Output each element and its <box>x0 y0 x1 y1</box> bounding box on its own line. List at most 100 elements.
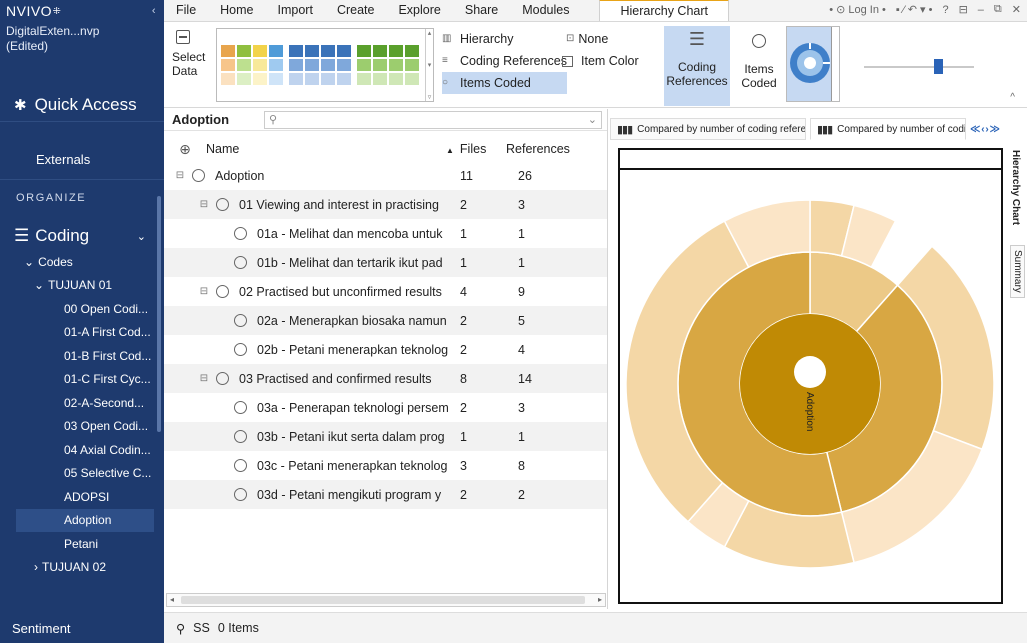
horizontal-scrollbar[interactable]: ◂ ▸ <box>166 593 606 607</box>
navigation-sidebar: NVIVO ⁜ ‹ DigitalExten...nvp (Edited) ✱ Q… <box>0 0 164 643</box>
chart-gallery-scroll[interactable] <box>831 27 839 101</box>
sidebar-item-adoption[interactable]: Adoption <box>16 508 154 532</box>
sidebar-item-02-a-second-[interactable]: 02-A-Second... <box>0 391 164 415</box>
sidebar-item-01-a-first-cod-[interactable]: 01-A First Cod... <box>0 321 164 345</box>
sidebar-item-03-open-codi-[interactable]: 03 Open Codi... <box>0 415 164 439</box>
coding-references-button[interactable]: ☰ Coding References <box>664 26 730 106</box>
table-row[interactable]: 03a - Penerapan teknologi persem 2 3 <box>164 393 607 422</box>
dropdown-chevron-icon[interactable]: ⌄ <box>588 113 597 126</box>
sidebar-item-05-selective-c-[interactable]: 05 Selective C... <box>0 462 164 486</box>
quick-access[interactable]: ✱ Quick Access <box>0 88 164 122</box>
tab-create[interactable]: Create <box>325 0 387 21</box>
color-scheme-gallery[interactable]: ▴ ▾ ▿ <box>216 28 434 102</box>
collapse-sidebar-icon[interactable]: ‹ <box>152 5 156 17</box>
search-icon: ⚲ <box>269 114 278 126</box>
project-file-name: DigitalExten...nvp <box>6 24 100 38</box>
sidebar-item-label: 04 Axial Codin... <box>64 442 151 457</box>
collapse-ribbon-icon[interactable]: ^ <box>1010 92 1015 103</box>
side-tab-hierarchy-chart[interactable]: Hierarchy Chart <box>1010 146 1021 229</box>
sidebar-item-00-open-codi-[interactable]: 00 Open Codi... <box>0 297 164 321</box>
coding-references-option[interactable]: ≡ Coding References <box>442 50 567 72</box>
checkbox-icon[interactable] <box>562 55 573 67</box>
sidebar-item-externals[interactable]: Externals <box>0 140 164 180</box>
select-data-button[interactable]: Select Data <box>172 30 208 78</box>
tab-scroll-arrows[interactable]: ≪ ‹ › ≫ <box>970 124 1000 135</box>
table-row[interactable]: 03d - Petani mengikuti program y 2 2 <box>164 480 607 509</box>
tab-modules[interactable]: Modules <box>510 0 581 21</box>
color-scheme-multi[interactable] <box>221 45 283 85</box>
maximize-button[interactable]: ⧉ <box>994 3 1002 16</box>
sidebar-item-petani[interactable]: Petani <box>0 532 164 556</box>
color-scheme-green[interactable] <box>357 45 419 85</box>
sidebar-item-label: 05 Selective C... <box>64 466 152 481</box>
table-row[interactable]: ⊟ Adoption 11 26 <box>164 161 607 190</box>
sidebar-item-tujuan-01[interactable]: ⌄ TUJUAN 01 <box>0 274 164 298</box>
login-link[interactable]: • ⊙ Log In • <box>829 3 886 16</box>
sidebar-item-sentiment[interactable]: Sentiment <box>0 617 71 639</box>
add-column-icon[interactable]: ⊕ <box>164 141 206 158</box>
color-scheme-blue[interactable] <box>289 45 351 85</box>
sidebar-item-01-c-first-cyc-[interactable]: 01-C First Cyc... <box>0 368 164 392</box>
collapse-toggle-icon[interactable]: ⊟ <box>198 286 210 297</box>
chevron-down-icon[interactable]: ⌄ <box>24 255 34 269</box>
sidebar-item-codes[interactable]: ⌄ Codes <box>0 250 164 274</box>
select-data-icon <box>176 30 190 44</box>
sidebar-item-adopsi[interactable]: ADOPSI <box>0 485 164 509</box>
restore-ribbon-icon[interactable]: ⊟ <box>959 3 968 16</box>
search-input[interactable]: ⚲ ⌄ <box>264 110 602 129</box>
sidebar-scrollbar[interactable] <box>157 196 161 432</box>
help-icon[interactable]: ? <box>942 4 948 16</box>
close-button[interactable]: ✕ <box>1012 3 1021 16</box>
zoom-slider[interactable] <box>864 59 974 74</box>
side-tab-summary[interactable]: Summary <box>1010 245 1025 298</box>
table-row[interactable]: 02b - Petani menerapkan teknolog 2 4 <box>164 335 607 364</box>
tab-share[interactable]: Share <box>453 0 510 21</box>
organize-heading: ORGANIZE <box>16 192 87 204</box>
sidebar-item-01-b-first-cod-[interactable]: 01-B First Cod... <box>0 344 164 368</box>
table-row[interactable]: 01b - Melihat dan tertarik ikut pad 1 1 <box>164 248 607 277</box>
column-references[interactable]: References <box>506 142 586 156</box>
gallery-scroll[interactable]: ▴ ▾ ▿ <box>425 29 433 101</box>
chart-type-gallery[interactable] <box>786 26 840 102</box>
collapse-toggle-icon[interactable]: ⊟ <box>198 373 210 384</box>
pin-icon: ✱ <box>14 96 27 114</box>
coding-references-label: Coding References <box>666 60 728 88</box>
table-row[interactable]: 02a - Menerapkan biosaka namun 2 5 <box>164 306 607 335</box>
table-row[interactable]: ⊟ 02 Practised but unconfirmed results 4 9 <box>164 277 607 306</box>
tab-home[interactable]: Home <box>208 0 265 21</box>
sidebar-item-label: TUJUAN 01 <box>48 278 113 293</box>
items-coded-button[interactable]: Items Coded <box>736 26 782 90</box>
table-row[interactable]: 01a - Melihat dan mencoba untuk 1 1 <box>164 219 607 248</box>
chart-tab-2[interactable]: ▮▮▮Compared by number of coding refere <box>810 118 966 140</box>
row-name: 03d - Petani mengikuti program y <box>257 487 442 502</box>
hierarchy-option[interactable]: ▥ Hierarchy <box>442 28 567 50</box>
tab-import[interactable]: Import <box>266 0 325 21</box>
coding-section[interactable]: ☰ Coding ⌄ <box>0 222 164 250</box>
item-color-checkbox[interactable]: Item Color <box>562 50 639 72</box>
chevron-right-icon[interactable]: › <box>34 560 38 574</box>
collapse-toggle-icon[interactable]: ⊟ <box>198 199 210 210</box>
none-option[interactable]: ⊡ None <box>566 28 639 50</box>
column-name[interactable]: Name <box>206 142 446 156</box>
column-files[interactable]: ▲ Files <box>446 142 506 156</box>
row-references: 3 <box>518 400 525 415</box>
table-row[interactable]: 03b - Petani ikut serta dalam prog 1 1 <box>164 422 607 451</box>
tab-explore[interactable]: Explore <box>386 0 452 21</box>
zoom-slider-thumb[interactable] <box>934 59 943 74</box>
table-row[interactable]: ⊟ 03 Practised and confirmed results 8 14 <box>164 364 607 393</box>
table-row[interactable]: 03c - Petani menerapkan teknolog 3 8 <box>164 451 607 480</box>
tab-hierarchy-chart[interactable]: Hierarchy Chart <box>599 0 729 21</box>
sidebar-item-04-axial-codin-[interactable]: 04 Axial Codin... <box>0 438 164 462</box>
sidebar-item-tujuan-02[interactable]: › TUJUAN 02 <box>0 556 164 580</box>
chart-tab-1[interactable]: ▮▮▮Compared by number of coding referenc… <box>610 118 806 140</box>
chevron-down-icon[interactable]: ⌄ <box>137 230 146 243</box>
table-row[interactable]: ⊟ 01 Viewing and interest in practising 2 3 <box>164 190 607 219</box>
row-name: 03a - Penerapan teknologi persem <box>257 400 449 415</box>
items-coded-option[interactable]: ○ Items Coded <box>442 72 568 94</box>
tab-file[interactable]: File <box>164 0 208 21</box>
collapse-toggle-icon[interactable]: ⊟ <box>174 170 186 181</box>
window-controls: • ⊙ Log In • ▪ ⁄ ↶ ▾ • ? ⊟ – ⧉ ✕ <box>829 3 1021 16</box>
minimize-button[interactable]: – <box>978 4 984 16</box>
chevron-down-icon[interactable]: ⌄ <box>34 278 44 292</box>
list-icon: ≡ <box>442 55 448 66</box>
